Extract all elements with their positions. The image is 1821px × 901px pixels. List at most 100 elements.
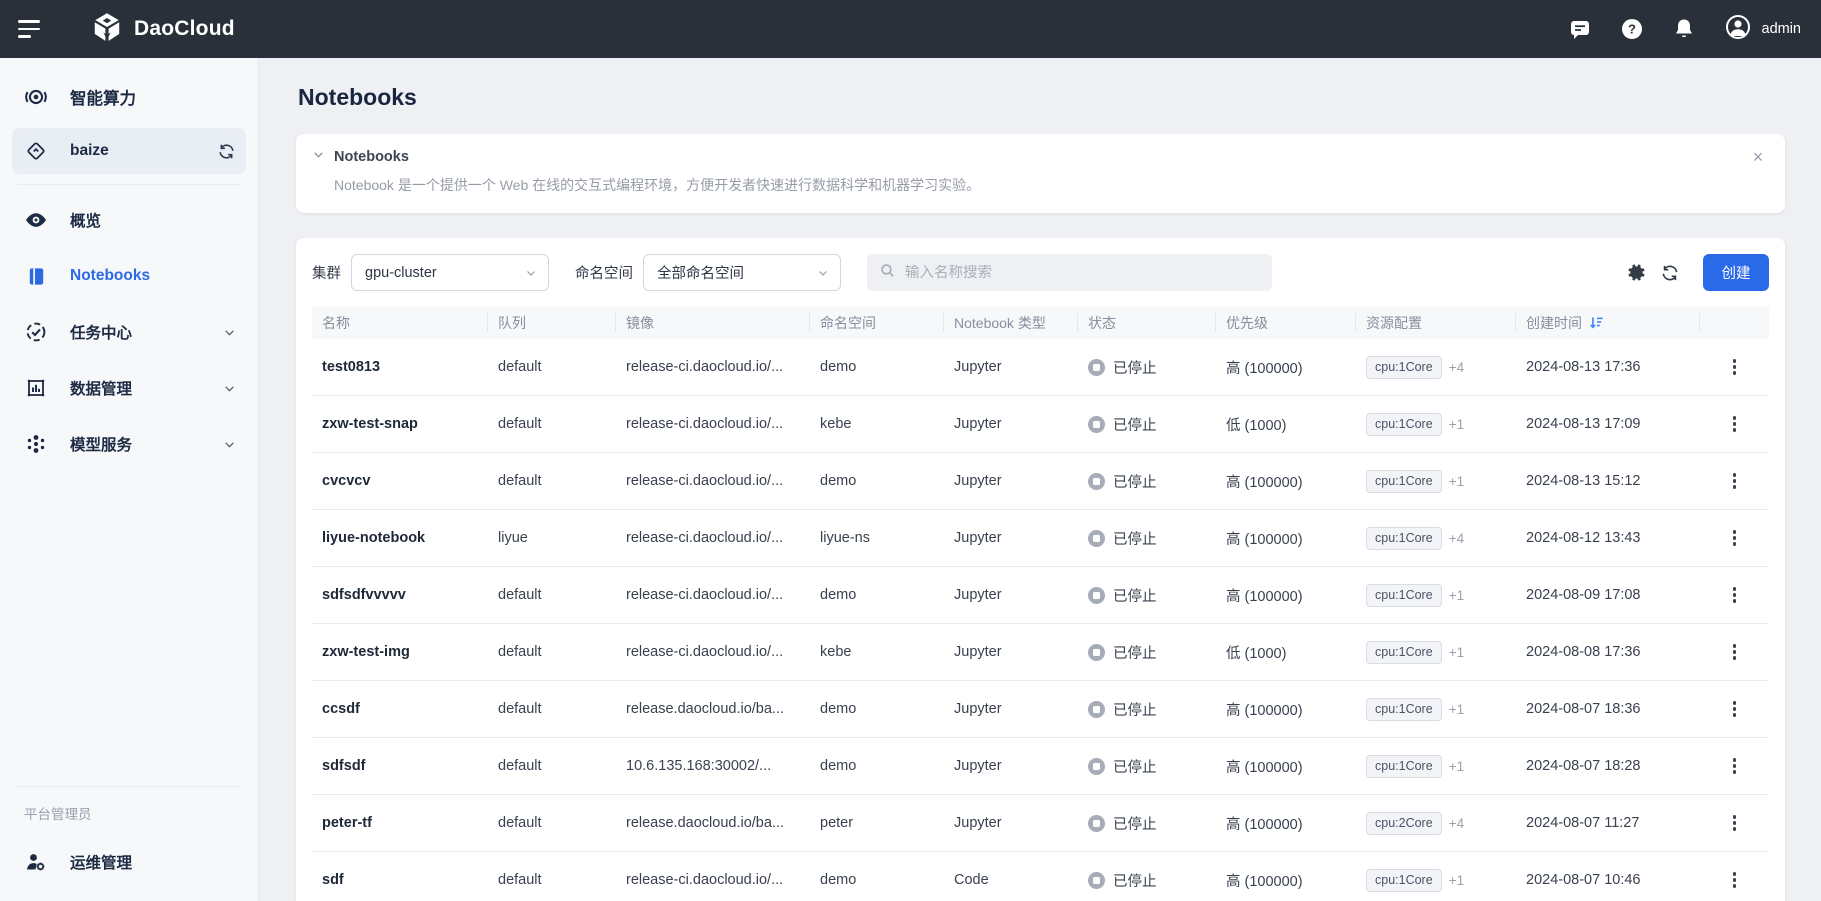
messages-icon[interactable] xyxy=(1567,16,1593,42)
table-row[interactable]: sdfsdfvvvvv default release-ci.daocloud.… xyxy=(312,567,1769,624)
notebooks-panel: 集群 gpu-cluster 命名空间 全部命名空间 xyxy=(296,238,1785,901)
row-menu-kebab-icon[interactable] xyxy=(1722,582,1748,608)
row-menu-kebab-icon[interactable] xyxy=(1722,525,1748,551)
row-menu-kebab-icon[interactable] xyxy=(1722,753,1748,779)
sidebar-toggle-icon[interactable] xyxy=(18,14,48,44)
row-menu-kebab-icon[interactable] xyxy=(1722,354,1748,380)
table-row[interactable]: sdfsdf default 10.6.135.168:30002/... de… xyxy=(312,738,1769,795)
resource-extra-count[interactable]: +1 xyxy=(1449,474,1464,489)
table-row[interactable]: cvcvcv default release-ci.daocloud.io/..… xyxy=(312,453,1769,510)
status-cell: 已停止 xyxy=(1078,414,1216,435)
notebook-name[interactable]: sdf xyxy=(312,872,488,888)
notebook-name[interactable]: zxw-test-snap xyxy=(312,416,488,432)
cluster-select-value: gpu-cluster xyxy=(365,265,437,281)
sidebar-workspace-baize[interactable]: baize xyxy=(12,128,246,174)
status-stopped-icon xyxy=(1088,473,1105,490)
create-button[interactable]: 创建 xyxy=(1703,254,1769,291)
priority-cell: 低 (1000) xyxy=(1216,642,1356,663)
brand[interactable]: DaoCloud xyxy=(90,10,235,49)
col-created-at[interactable]: 创建时间 xyxy=(1516,313,1700,332)
table-row[interactable]: peter-tf default release.daocloud.io/ba.… xyxy=(312,795,1769,852)
switch-workspace-icon[interactable] xyxy=(217,142,236,161)
resource-extra-count[interactable]: +1 xyxy=(1449,702,1464,717)
sidebar-item-ops-management[interactable]: 运维管理 xyxy=(12,839,246,885)
sort-descending-icon[interactable] xyxy=(1589,315,1604,330)
table-row[interactable]: zxw-test-snap default release-ci.daoclou… xyxy=(312,396,1769,453)
status-cell: 已停止 xyxy=(1078,813,1216,834)
status-text: 已停止 xyxy=(1113,585,1157,606)
sidebar-section-intelligent-computing[interactable]: 智能算力 xyxy=(12,72,246,122)
sidebar-item-notebooks[interactable]: Notebooks xyxy=(12,253,246,299)
notebook-name[interactable]: peter-tf xyxy=(312,815,488,831)
resource-tag: cpu:1Core xyxy=(1366,698,1442,721)
main-content: Notebooks Notebooks × Notebook 是一个提供一个 W… xyxy=(259,58,1821,901)
notifications-bell-icon[interactable] xyxy=(1671,16,1697,42)
resource-tag: cpu:1Core xyxy=(1366,755,1442,778)
sidebar-item-task-center[interactable]: 任务中心 xyxy=(12,309,246,355)
sidebar-item-label: 任务中心 xyxy=(70,321,132,343)
chevron-down-icon xyxy=(223,438,236,451)
resource-extra-count[interactable]: +4 xyxy=(1449,816,1464,831)
row-menu-kebab-icon[interactable] xyxy=(1722,639,1748,665)
row-menu-kebab-icon[interactable] xyxy=(1722,867,1748,893)
col-queue[interactable]: 队列 xyxy=(488,313,616,332)
search-input[interactable] xyxy=(905,265,1260,281)
row-menu-kebab-icon[interactable] xyxy=(1722,696,1748,722)
cluster-select[interactable]: gpu-cluster xyxy=(351,254,549,291)
refresh-icon[interactable] xyxy=(1653,256,1687,290)
status-stopped-icon xyxy=(1088,587,1105,604)
resource-extra-count[interactable]: +1 xyxy=(1449,417,1464,432)
row-menu-kebab-icon[interactable] xyxy=(1722,468,1748,494)
namespace-cell: demo xyxy=(810,872,944,888)
table-row[interactable]: zxw-test-img default release-ci.daocloud… xyxy=(312,624,1769,681)
sidebar-item-model-services[interactable]: 模型服务 xyxy=(12,421,246,467)
notebook-name[interactable]: ccsdf xyxy=(312,701,488,717)
col-notebook-type[interactable]: Notebook 类型 xyxy=(944,313,1078,332)
status-text: 已停止 xyxy=(1113,471,1157,492)
notebook-name[interactable]: sdfsdf xyxy=(312,758,488,774)
notebook-name[interactable]: sdfsdfvvvvv xyxy=(312,587,488,603)
help-icon[interactable]: ? xyxy=(1619,16,1645,42)
status-text: 已停止 xyxy=(1113,870,1157,891)
resource-extra-count[interactable]: +1 xyxy=(1449,645,1464,660)
sidebar-item-data-management[interactable]: 数据管理 xyxy=(12,365,246,411)
namespace-cell: kebe xyxy=(810,644,944,660)
priority-cell: 高 (100000) xyxy=(1216,699,1356,720)
topbar: DaoCloud ? xyxy=(0,0,1821,58)
col-name[interactable]: 名称 xyxy=(312,313,488,332)
created-at-cell: 2024-08-12 13:43 xyxy=(1516,530,1700,546)
notebook-name[interactable]: cvcvcv xyxy=(312,473,488,489)
table-row[interactable]: sdf default release-ci.daocloud.io/... d… xyxy=(312,852,1769,901)
actions-cell xyxy=(1700,468,1769,494)
row-menu-kebab-icon[interactable] xyxy=(1722,810,1748,836)
col-namespace[interactable]: 命名空间 xyxy=(810,313,944,332)
resource-extra-count[interactable]: +1 xyxy=(1449,588,1464,603)
col-resources[interactable]: 资源配置 xyxy=(1356,313,1516,332)
notebook-name[interactable]: test0813 xyxy=(312,359,488,375)
actions-cell xyxy=(1700,582,1769,608)
row-menu-kebab-icon[interactable] xyxy=(1722,411,1748,437)
table-row[interactable]: ccsdf default release.daocloud.io/ba... … xyxy=(312,681,1769,738)
col-priority[interactable]: 优先级 xyxy=(1216,313,1356,332)
notebook-name[interactable]: zxw-test-img xyxy=(312,644,488,660)
notebook-name[interactable]: liyue-notebook xyxy=(312,530,488,546)
sidebar-item-overview[interactable]: 概览 xyxy=(12,197,246,243)
banner-close-icon[interactable]: × xyxy=(1747,146,1769,168)
resource-extra-count[interactable]: +4 xyxy=(1449,531,1464,546)
resource-extra-count[interactable]: +1 xyxy=(1449,759,1464,774)
resource-extra-count[interactable]: +4 xyxy=(1449,360,1464,375)
namespace-select[interactable]: 全部命名空间 xyxy=(643,254,841,291)
col-status[interactable]: 状态 xyxy=(1078,313,1216,332)
table-row[interactable]: test0813 default release-ci.daocloud.io/… xyxy=(312,339,1769,396)
type-cell: Code xyxy=(944,872,1078,888)
actions-cell xyxy=(1700,525,1769,551)
brand-title: DaoCloud xyxy=(134,17,235,41)
settings-gear-icon[interactable] xyxy=(1619,256,1653,290)
user-menu[interactable]: admin xyxy=(1723,12,1802,47)
priority-cell: 高 (100000) xyxy=(1216,471,1356,492)
resource-extra-count[interactable]: +1 xyxy=(1449,873,1464,888)
table-row[interactable]: liyue-notebook liyue release-ci.daocloud… xyxy=(312,510,1769,567)
banner-collapse-chevron-icon[interactable] xyxy=(312,148,325,166)
col-image[interactable]: 镜像 xyxy=(616,313,810,332)
namespace-cell: liyue-ns xyxy=(810,530,944,546)
